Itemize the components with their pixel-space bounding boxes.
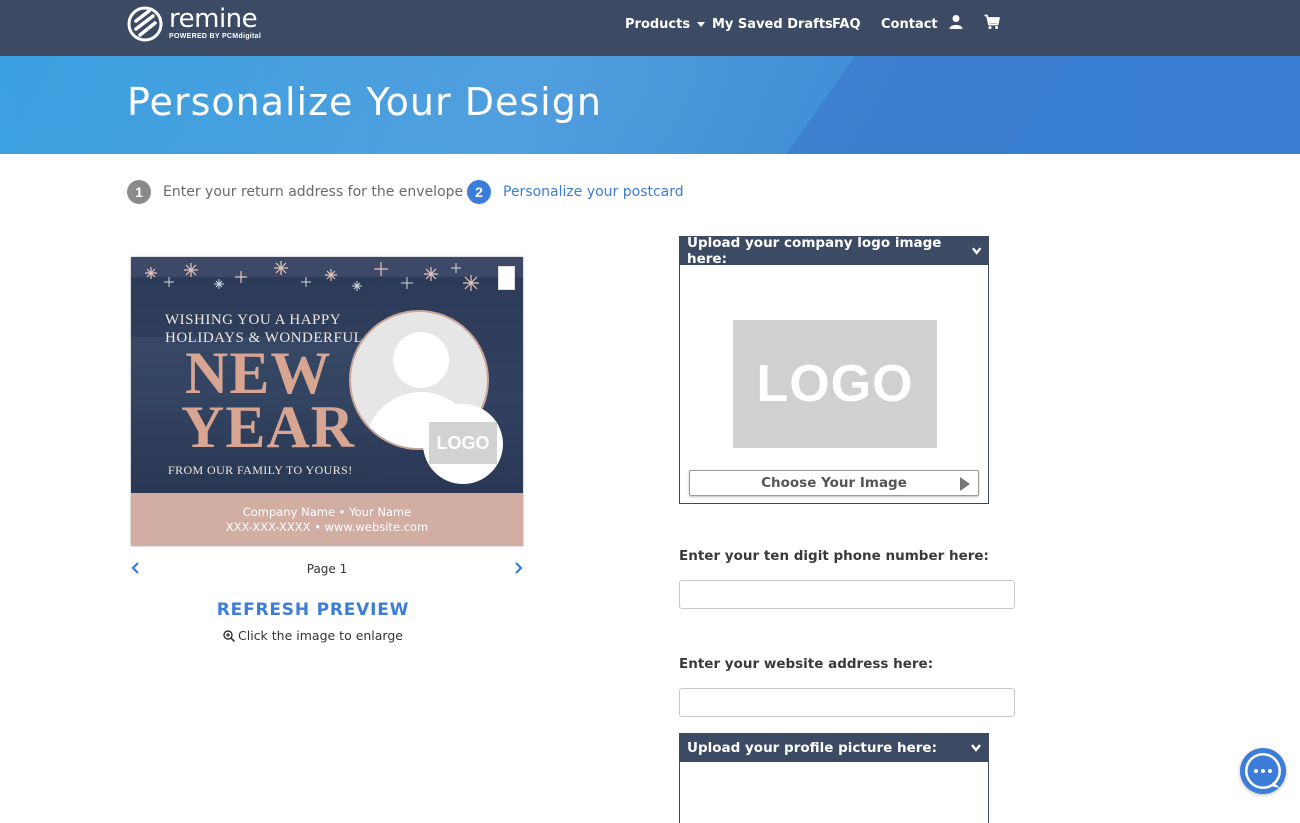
choose-image-button[interactable]: Choose Your Image: [689, 470, 979, 496]
phone-label: Enter your ten digit phone number here:: [679, 548, 989, 564]
postcard-footer-contact: XXX-XXX-XXXX • www.website.com: [225, 520, 429, 534]
qr-code-icon: [498, 266, 515, 290]
enlarge-hint: Click the image to enlarge: [131, 628, 495, 643]
chevron-down-icon[interactable]: [971, 246, 982, 256]
profile-upload-panel-header[interactable]: Upload your profile picture here:: [680, 734, 988, 762]
postcard-headline-year: YEAR: [181, 394, 356, 460]
logo-upload-panel-header[interactable]: Upload your company logo image here:: [680, 235, 988, 267]
step-personalize-postcard[interactable]: 2 Personalize your postcard: [467, 180, 684, 204]
nav-faq[interactable]: FAQ: [832, 0, 861, 48]
enlarge-hint-text: Click the image to enlarge: [238, 628, 403, 643]
logo-upload-body: LOGO Choose Your Image: [680, 265, 988, 503]
play-arrow-icon: [960, 477, 970, 491]
phone-input[interactable]: [679, 580, 1015, 609]
page-indicator: Page 1: [306, 562, 348, 576]
website-label: Enter your website address here:: [679, 656, 934, 672]
website-input[interactable]: [679, 688, 1015, 717]
brand-name: remine: [169, 4, 258, 34]
profile-upload-title: Upload your profile picture here:: [687, 740, 937, 756]
step-label[interactable]: Enter your return address for the envelo…: [163, 184, 463, 200]
chevron-right-icon[interactable]: [513, 562, 523, 574]
choose-image-label: Choose Your Image: [761, 475, 907, 491]
chevron-down-icon[interactable]: [970, 743, 982, 753]
logo-upload-title: Upload your company logo image here:: [687, 235, 942, 267]
user-icon[interactable]: [948, 14, 964, 30]
postcard-family-line: FROM OUR FAMILY TO YOURS!: [168, 463, 353, 477]
logo-placeholder-image: LOGO: [733, 320, 937, 448]
nav-products-label[interactable]: Products: [625, 17, 690, 32]
chevron-down-icon: [697, 21, 706, 27]
profile-upload-body: [680, 762, 988, 822]
nav-contact-label[interactable]: Contact: [881, 17, 938, 32]
postcard-logo-placeholder: LOGO: [423, 404, 503, 484]
cart-icon[interactable]: [984, 14, 1000, 30]
step-label[interactable]: Personalize your postcard: [503, 184, 684, 200]
nav-products[interactable]: Products: [625, 0, 706, 48]
postcard-front: WISHING YOU A HAPPY HOLIDAYS & WONDERFUL…: [131, 257, 523, 493]
snowflake-border-decoration: [131, 257, 523, 291]
page-title: Personalize Your Design: [127, 80, 602, 124]
step-number-badge: 2: [467, 180, 491, 204]
logo-upload-panel: Upload your company logo image here: LOG…: [679, 235, 989, 504]
step-number-badge: 1: [127, 180, 151, 204]
profile-upload-panel: Upload your profile picture here:: [679, 733, 989, 823]
step-return-address[interactable]: 1 Enter your return address for the enve…: [127, 180, 463, 204]
postcard-footer: Company Name • Your Name XXX-XXX-XXXX • …: [131, 493, 523, 546]
remine-logo-icon: [127, 6, 163, 42]
page-header-banner: Personalize Your Design: [0, 56, 1300, 154]
postcard-preview-image[interactable]: WISHING YOU A HAPPY HOLIDAYS & WONDERFUL…: [131, 257, 523, 546]
chat-bubble-icon: [1245, 753, 1281, 789]
chat-widget-button[interactable]: [1240, 748, 1286, 794]
nav-saved-drafts-label[interactable]: My Saved Drafts: [712, 17, 833, 32]
nav-contact[interactable]: Contact: [881, 0, 938, 48]
nav-faq-label[interactable]: FAQ: [832, 17, 861, 32]
nav-saved-drafts[interactable]: My Saved Drafts: [712, 0, 833, 48]
brand-logo[interactable]: remine POWERED BY PCMdigital: [127, 3, 261, 43]
brand-subtitle: POWERED BY PCMdigital: [169, 33, 262, 40]
postcard-footer-company: Company Name • Your Name: [242, 505, 412, 519]
preview-pager: Page 1: [131, 560, 523, 578]
refresh-preview-button[interactable]: REFRESH PREVIEW: [131, 600, 495, 620]
top-navbar: remine POWERED BY PCMdigital Products My…: [0, 0, 1300, 56]
zoom-in-icon: [223, 630, 236, 643]
